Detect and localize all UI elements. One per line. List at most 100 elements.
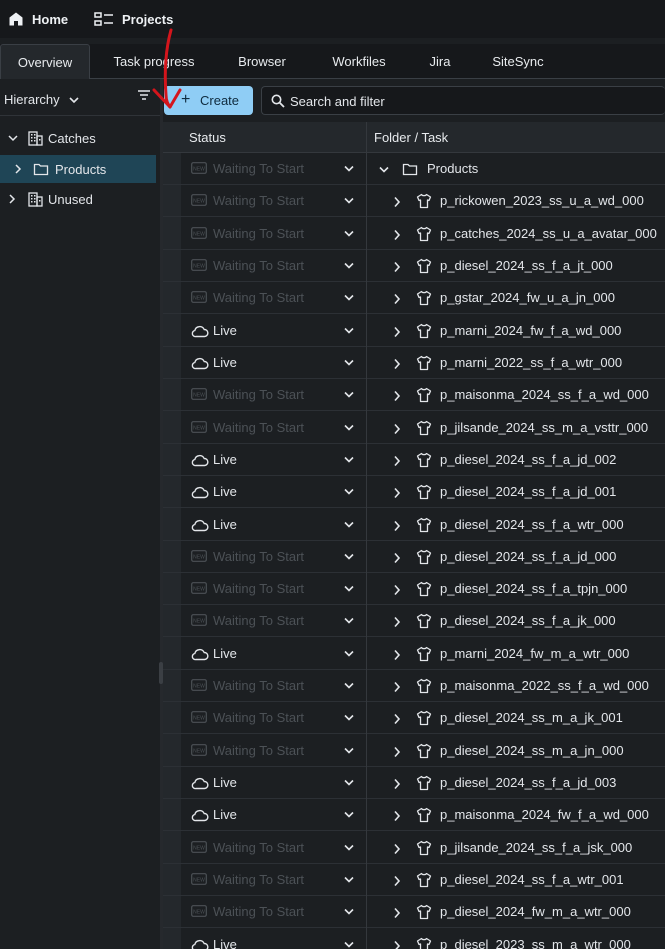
table-row[interactable]: Live p_diesel_2023_ss_m_a_wtr_000 [163, 929, 665, 949]
table-row[interactable]: NEW Waiting To Start p_diesel_2024_ss_m_a_… [163, 735, 665, 767]
chevron-right-icon[interactable] [393, 520, 401, 532]
chevron-right-icon[interactable] [393, 293, 401, 305]
chevron-down-icon[interactable] [343, 585, 355, 593]
column-header-folder-task[interactable]: Folder / Task [374, 130, 448, 145]
table-row[interactable]: NEW Waiting To Start p_diesel_2024_ss_f_a_… [163, 573, 665, 606]
chevron-down-icon[interactable] [343, 327, 355, 335]
table-row[interactable]: Live p_diesel_2024_ss_f_a_wtr_000 [163, 509, 665, 541]
status-cell[interactable]: NEW Waiting To Start [185, 250, 365, 282]
table-row[interactable]: NEW Waiting To Start p_rickowen_2023_ss_u_… [163, 185, 665, 218]
status-cell[interactable]: NEW Waiting To Start [185, 573, 365, 605]
chevron-down-icon[interactable] [343, 165, 355, 173]
chevron-down-icon[interactable] [343, 230, 355, 238]
table-row[interactable]: NEW Waiting To Start p_maisonma_2022_ss_f_… [163, 670, 665, 703]
chevron-down-icon[interactable] [343, 941, 355, 949]
status-cell[interactable]: NEW Waiting To Start [185, 218, 365, 250]
chevron-right-icon[interactable] [393, 552, 401, 564]
tab-overview[interactable]: Overview [0, 44, 90, 80]
column-header-status[interactable]: Status [189, 130, 226, 145]
table-row[interactable]: NEW Waiting To Start p_gstar_2024_fw_u_a_j… [163, 282, 665, 315]
home-button[interactable]: Home [4, 0, 72, 38]
chevron-down-icon[interactable] [8, 134, 18, 142]
chevron-right-icon[interactable] [393, 423, 401, 435]
chevron-right-icon[interactable] [393, 358, 401, 370]
table-row[interactable]: NEW Waiting To Start p_jilsande_2024_ss_f_… [163, 832, 665, 864]
tab-task-progress[interactable]: Task progress [100, 44, 208, 79]
tree-item-products[interactable]: Products [0, 155, 156, 183]
chevron-down-icon[interactable] [343, 262, 355, 270]
tab-browser[interactable]: Browser [226, 44, 298, 79]
tree-item-unused[interactable]: Unused [0, 185, 156, 213]
chevron-down-icon[interactable] [343, 456, 355, 464]
status-cell[interactable]: NEW Waiting To Start [185, 541, 365, 573]
chevron-right-icon[interactable] [393, 778, 401, 790]
chevron-right-icon[interactable] [393, 196, 401, 208]
chevron-right-icon[interactable] [393, 843, 401, 855]
table-row[interactable]: Live p_marni_2024_fw_m_a_wtr_000 [163, 638, 665, 670]
table-row[interactable]: NEW Waiting To Start p_diesel_2024_ss_f_a_… [163, 864, 665, 897]
status-cell[interactable]: Live [185, 799, 365, 831]
chevron-right-icon[interactable] [393, 746, 401, 758]
table-row[interactable]: Live p_marni_2022_ss_f_a_wtr_000 [163, 347, 665, 379]
table-row[interactable]: NEW Waiting To Start p_diesel_2024_ss_f_a_… [163, 605, 665, 638]
tab-sitesync[interactable]: SiteSync [484, 44, 552, 79]
chevron-down-icon[interactable] [343, 294, 355, 302]
chevron-right-icon[interactable] [393, 875, 401, 887]
chevron-down-icon[interactable] [343, 391, 355, 399]
status-cell[interactable]: Live [185, 315, 365, 347]
status-cell[interactable]: NEW Waiting To Start [185, 412, 365, 444]
table-row[interactable]: NEW Waiting To Start p_diesel_2024_ss_f_a_… [163, 541, 665, 573]
chevron-down-icon[interactable] [343, 811, 355, 819]
status-cell[interactable]: Live [185, 444, 365, 476]
column-separator[interactable] [366, 122, 367, 949]
chevron-right-icon[interactable] [393, 940, 401, 949]
status-cell[interactable]: NEW Waiting To Start [185, 605, 365, 637]
status-cell[interactable]: NEW Waiting To Start [185, 379, 365, 411]
chevron-down-icon[interactable] [343, 553, 355, 561]
status-cell[interactable]: Live [185, 347, 365, 379]
chevron-down-icon[interactable] [343, 682, 355, 690]
chevron-down-icon[interactable] [343, 844, 355, 852]
table-row[interactable]: NEW Waiting To Start p_diesel_2024_ss_m_a_… [163, 702, 665, 735]
status-cell[interactable]: NEW Waiting To Start [185, 282, 365, 314]
chevron-right-icon[interactable] [393, 810, 401, 822]
table-row[interactable]: Live p_maisonma_2024_fw_f_a_wd_000 [163, 799, 665, 832]
chevron-down-icon[interactable] [343, 521, 355, 529]
chevron-right-icon[interactable] [393, 487, 401, 499]
table-row[interactable]: NEW Waiting To Start p_catches_2024_ss_u_a… [163, 218, 665, 250]
chevron-right-icon[interactable] [393, 649, 401, 661]
chevron-right-icon[interactable] [393, 616, 401, 628]
status-cell[interactable]: NEW Waiting To Start [185, 864, 365, 896]
create-button[interactable]: + Create [164, 86, 253, 115]
chevron-right-icon[interactable] [393, 713, 401, 725]
chevron-right-icon[interactable] [393, 584, 401, 596]
tree-item-catches[interactable]: Catches [0, 124, 156, 152]
chevron-down-icon[interactable] [343, 488, 355, 496]
projects-button[interactable]: Projects [90, 0, 177, 38]
chevron-down-icon[interactable] [343, 359, 355, 367]
chevron-down-icon[interactable] [343, 876, 355, 884]
status-cell[interactable]: NEW Waiting To Start [185, 832, 365, 864]
chevron-right-icon[interactable] [8, 194, 16, 204]
tab-workfiles[interactable]: Workfiles [320, 44, 398, 79]
chevron-right-icon[interactable] [393, 390, 401, 402]
table-row[interactable]: NEW Waiting To Start p_diesel_2024_ss_f_a_… [163, 250, 665, 282]
table-row[interactable]: NEW Waiting To Start Products [163, 153, 665, 185]
chevron-right-icon[interactable] [14, 164, 22, 174]
table-row[interactable]: Live p_diesel_2024_ss_f_a_jd_003 [163, 767, 665, 800]
status-cell[interactable]: NEW Waiting To Start [185, 185, 365, 217]
status-cell[interactable]: NEW Waiting To Start [185, 702, 365, 734]
chevron-down-icon[interactable] [343, 779, 355, 787]
chevron-right-icon[interactable] [393, 681, 401, 693]
chevron-down-icon[interactable] [343, 747, 355, 755]
chevron-down-icon[interactable] [343, 908, 355, 916]
chevron-right-icon[interactable] [393, 907, 401, 919]
chevron-down-icon[interactable] [343, 617, 355, 625]
table-row[interactable]: NEW Waiting To Start p_maisonma_2024_ss_f_… [163, 379, 665, 412]
status-cell[interactable]: Live [185, 767, 365, 799]
table-row[interactable]: Live p_marni_2024_fw_f_a_wd_000 [163, 315, 665, 347]
chevron-right-icon[interactable] [393, 326, 401, 338]
table-row[interactable]: Live p_diesel_2024_ss_f_a_jd_002 [163, 444, 665, 476]
tab-jira[interactable]: Jira [420, 44, 460, 79]
chevron-down-icon[interactable] [378, 166, 390, 174]
